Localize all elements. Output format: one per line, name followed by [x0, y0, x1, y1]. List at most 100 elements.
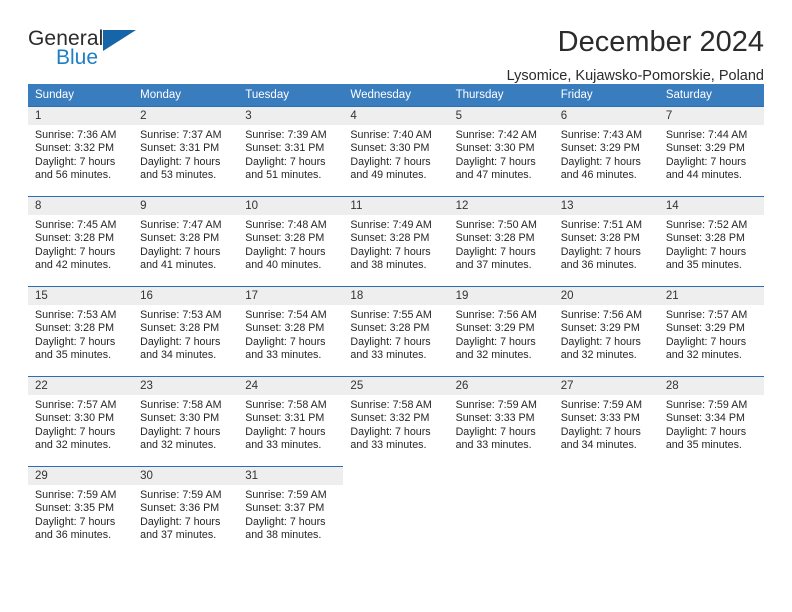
day-number: 11 [343, 197, 449, 215]
day-number: 2 [133, 107, 239, 125]
daylight-duration-line2: and 36 minutes. [560, 259, 637, 272]
daylight-duration-line1: Daylight: 7 hours [35, 515, 116, 528]
day-cell[interactable]: 1 Sunrise: 7:36 AM Sunset: 3:32 PM Daylight… [28, 106, 134, 196]
day-cell[interactable]: 3 Sunrise: 7:39 AM Sunset: 3:31 PM Daylight… [238, 106, 344, 196]
day-cell[interactable]: 27 Sunrise: 7:59 AM Sunset: 3:33 PM Dayligh… [553, 376, 659, 466]
day-cell[interactable]: 9 Sunrise: 7:47 AM Sunset: 3:28 PM Daylight… [133, 196, 239, 286]
daylight-duration-line2: and 49 minutes. [350, 169, 427, 182]
daylight-duration-line1: Daylight: 7 hours [245, 155, 326, 168]
calendar-day-cell: 21 Sunrise: 7:57 AM Sunset: 3:29 PM Dayligh… [658, 286, 764, 376]
day-number: 1 [28, 107, 134, 125]
sunset-time: Sunset: 3:29 PM [560, 322, 640, 335]
day-cell[interactable]: 20 Sunrise: 7:56 AM Sunset: 3:29 PM Dayligh… [553, 286, 659, 376]
day-details: Sunrise: 7:56 AM Sunset: 3:29 PM Daylight:… [449, 305, 554, 363]
brand-logo[interactable]: General Blue [28, 26, 158, 68]
daylight-duration-line1: Daylight: 7 hours [560, 155, 641, 168]
daylight-duration-line2: and 34 minutes. [560, 439, 637, 452]
day-details: Sunrise: 7:57 AM Sunset: 3:29 PM Daylight:… [659, 305, 764, 363]
day-cell[interactable]: 22 Sunrise: 7:57 AM Sunset: 3:30 PM Dayligh… [28, 376, 134, 466]
day-cell[interactable]: 7 Sunrise: 7:44 AM Sunset: 3:29 PM Daylight… [658, 106, 764, 196]
sunrise-time: Sunrise: 7:58 AM [140, 399, 222, 411]
day-cell-empty [343, 466, 448, 556]
day-details: Sunrise: 7:55 AM Sunset: 3:28 PM Daylight:… [343, 305, 448, 363]
daylight-duration-line2: and 32 minutes. [455, 349, 532, 362]
sunrise-time: Sunrise: 7:59 AM [140, 489, 222, 501]
sunset-time: Sunset: 3:35 PM [35, 502, 115, 515]
calendar-header-row: Sunday Monday Tuesday Wednesday Thursday… [28, 84, 764, 106]
day-number: 8 [28, 197, 134, 215]
day-cell[interactable]: 30 Sunrise: 7:59 AM Sunset: 3:36 PM Dayligh… [133, 466, 239, 556]
day-details: Sunrise: 7:59 AM Sunset: 3:33 PM Daylight:… [554, 395, 659, 453]
sunrise-time: Sunrise: 7:39 AM [245, 129, 327, 141]
day-cell[interactable]: 13 Sunrise: 7:51 AM Sunset: 3:28 PM Dayligh… [553, 196, 659, 286]
day-number: 7 [658, 107, 764, 125]
day-cell[interactable]: 28 Sunrise: 7:59 AM Sunset: 3:34 PM Dayligh… [658, 376, 764, 466]
day-details: Sunrise: 7:42 AM Sunset: 3:30 PM Daylight:… [449, 125, 554, 183]
daylight-duration-line2: and 44 minutes. [665, 169, 742, 182]
daylight-duration-line2: and 33 minutes. [455, 439, 532, 452]
day-number: 17 [238, 287, 344, 305]
day-cell[interactable]: 17 Sunrise: 7:54 AM Sunset: 3:28 PM Dayligh… [238, 286, 344, 376]
day-details: Sunrise: 7:53 AM Sunset: 3:28 PM Daylight:… [133, 305, 238, 363]
day-cell[interactable]: 5 Sunrise: 7:42 AM Sunset: 3:30 PM Daylight… [448, 106, 554, 196]
calendar-day-cell [449, 466, 554, 556]
day-cell[interactable]: 31 Sunrise: 7:59 AM Sunset: 3:37 PM Dayligh… [238, 466, 344, 556]
triangle-logo-icon [103, 30, 136, 51]
day-details: Sunrise: 7:37 AM Sunset: 3:31 PM Daylight:… [133, 125, 238, 183]
calendar-day-cell [659, 466, 764, 556]
sunrise-time: Sunrise: 7:59 AM [245, 489, 327, 501]
calendar-day-cell: 7 Sunrise: 7:44 AM Sunset: 3:29 PM Daylight… [658, 106, 764, 196]
day-details: Sunrise: 7:47 AM Sunset: 3:28 PM Daylight:… [133, 215, 238, 273]
day-cell[interactable]: 6 Sunrise: 7:43 AM Sunset: 3:29 PM Daylight… [553, 106, 659, 196]
day-number [554, 466, 659, 484]
calendar-day-cell: 19 Sunrise: 7:56 AM Sunset: 3:29 PM Dayligh… [448, 286, 554, 376]
day-cell[interactable]: 8 Sunrise: 7:45 AM Sunset: 3:28 PM Daylight… [28, 196, 134, 286]
day-number: 30 [133, 467, 239, 485]
daylight-duration-line1: Daylight: 7 hours [455, 335, 536, 348]
daylight-duration-line1: Daylight: 7 hours [245, 335, 326, 348]
sunset-time: Sunset: 3:28 PM [35, 322, 115, 335]
day-cell[interactable]: 26 Sunrise: 7:59 AM Sunset: 3:33 PM Dayligh… [448, 376, 554, 466]
calendar-day-cell: 5 Sunrise: 7:42 AM Sunset: 3:30 PM Daylight… [448, 106, 554, 196]
daylight-duration-line1: Daylight: 7 hours [560, 245, 641, 258]
daylight-duration-line1: Daylight: 7 hours [35, 425, 116, 438]
day-cell[interactable]: 19 Sunrise: 7:56 AM Sunset: 3:29 PM Dayligh… [448, 286, 554, 376]
sunrise-time: Sunrise: 7:51 AM [560, 219, 643, 231]
sunset-time: Sunset: 3:30 PM [350, 142, 430, 155]
day-cell[interactable]: 2 Sunrise: 7:37 AM Sunset: 3:31 PM Daylight… [133, 106, 239, 196]
sunset-time: Sunset: 3:37 PM [245, 502, 325, 515]
day-cell[interactable]: 25 Sunrise: 7:58 AM Sunset: 3:32 PM Dayligh… [343, 376, 449, 466]
day-cell-empty [449, 466, 554, 556]
day-cell[interactable]: 21 Sunrise: 7:57 AM Sunset: 3:29 PM Dayligh… [658, 286, 764, 376]
day-cell[interactable]: 18 Sunrise: 7:55 AM Sunset: 3:28 PM Dayligh… [343, 286, 449, 376]
day-cell[interactable]: 24 Sunrise: 7:58 AM Sunset: 3:31 PM Dayligh… [238, 376, 344, 466]
daylight-duration-line2: and 32 minutes. [665, 349, 742, 362]
sunrise-time: Sunrise: 7:43 AM [560, 129, 643, 141]
sunrise-time: Sunrise: 7:58 AM [245, 399, 327, 411]
daylight-duration-line2: and 32 minutes. [35, 439, 112, 452]
day-number: 27 [553, 377, 659, 395]
daylight-duration-line2: and 37 minutes. [140, 529, 217, 542]
day-number: 23 [133, 377, 239, 395]
day-cell[interactable]: 11 Sunrise: 7:49 AM Sunset: 3:28 PM Dayligh… [343, 196, 449, 286]
sunrise-time: Sunrise: 7:56 AM [455, 309, 537, 321]
weekday-header-thursday: Thursday [448, 84, 554, 106]
daylight-duration-line1: Daylight: 7 hours [35, 335, 116, 348]
daylight-duration-line2: and 47 minutes. [455, 169, 532, 182]
calendar-day-cell: 20 Sunrise: 7:56 AM Sunset: 3:29 PM Dayligh… [553, 286, 659, 376]
day-cell[interactable]: 10 Sunrise: 7:48 AM Sunset: 3:28 PM Dayligh… [238, 196, 344, 286]
title-block: December 2024 Lysomice, Kujawsko-Pomorsk… [507, 26, 764, 86]
page-title: December 2024 [557, 26, 764, 58]
day-cell[interactable]: 15 Sunrise: 7:53 AM Sunset: 3:28 PM Dayligh… [28, 286, 134, 376]
sunrise-time: Sunrise: 7:59 AM [455, 399, 537, 411]
day-cell[interactable]: 14 Sunrise: 7:52 AM Sunset: 3:28 PM Dayligh… [658, 196, 764, 286]
day-cell[interactable]: 23 Sunrise: 7:58 AM Sunset: 3:30 PM Dayligh… [133, 376, 239, 466]
day-number: 24 [238, 377, 344, 395]
day-cell[interactable]: 16 Sunrise: 7:53 AM Sunset: 3:28 PM Dayligh… [133, 286, 239, 376]
day-cell[interactable]: 12 Sunrise: 7:50 AM Sunset: 3:28 PM Dayligh… [448, 196, 554, 286]
sunrise-time: Sunrise: 7:54 AM [245, 309, 327, 321]
day-number [343, 466, 448, 484]
day-cell[interactable]: 4 Sunrise: 7:40 AM Sunset: 3:30 PM Daylight… [343, 106, 449, 196]
daylight-duration-line1: Daylight: 7 hours [350, 335, 431, 348]
day-cell[interactable]: 29 Sunrise: 7:59 AM Sunset: 3:35 PM Dayligh… [28, 466, 134, 556]
